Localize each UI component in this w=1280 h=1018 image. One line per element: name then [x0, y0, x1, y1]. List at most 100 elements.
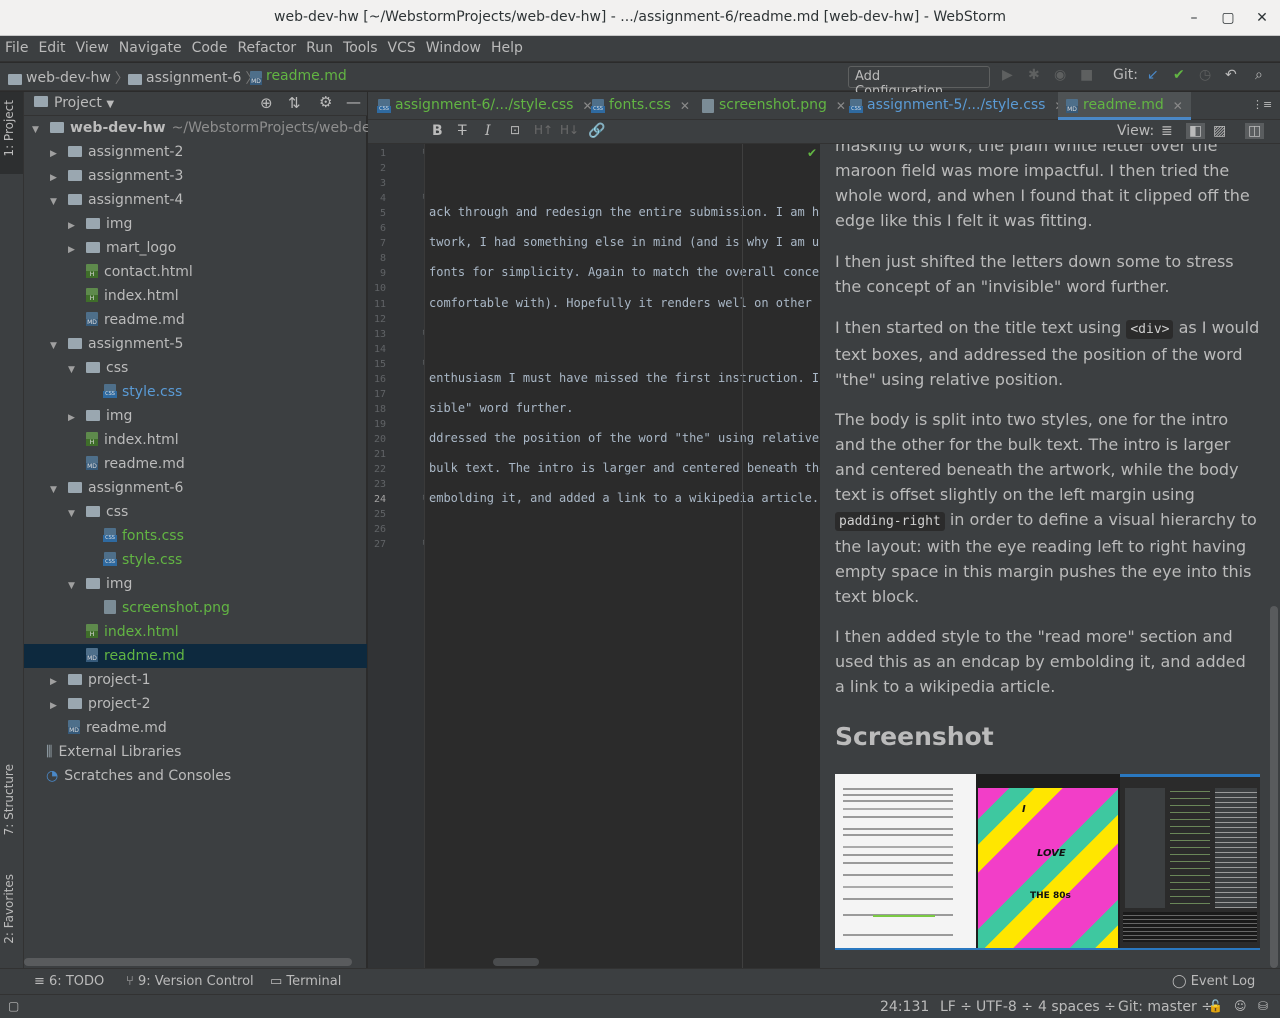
tree-item[interactable]: index.html [24, 284, 367, 308]
close-icon[interactable]: ✕ [1173, 99, 1183, 113]
preview-only-icon[interactable]: ▨ [1213, 123, 1226, 139]
tree-item[interactable]: index.html [24, 620, 367, 644]
favorites-tool-tab[interactable]: 2: Favorites [2, 874, 16, 944]
tree-item[interactable]: ▶ img [24, 212, 367, 236]
locate-icon[interactable]: ⊕ [260, 94, 273, 112]
gear-icon[interactable]: ⚙ [319, 93, 332, 111]
terminal-tool-tab[interactable]: ▭ Terminal [270, 974, 341, 989]
tree-item[interactable]: ▶ img [24, 404, 367, 428]
maximize-icon[interactable]: ▢ [1218, 8, 1238, 28]
version-control-tool-tab[interactable]: ⑂ 9: Version Control [126, 974, 254, 989]
italic-icon[interactable]: I [485, 123, 491, 139]
memory-icon[interactable]: ⛁ [1258, 999, 1268, 1013]
chevron-down-icon[interactable]: ▼ [32, 118, 42, 142]
chevron-down-icon[interactable]: ▼ [50, 190, 60, 214]
git-commit-icon[interactable]: ✔ [1173, 67, 1185, 83]
coverage-icon[interactable]: ◉ [1054, 67, 1066, 83]
tab-readme-md[interactable]: readme.md ✕ [1058, 92, 1191, 120]
bold-icon[interactable]: B [432, 123, 443, 139]
close-icon[interactable]: ✕ [680, 99, 690, 113]
tree-item[interactable]: ▶ assignment-3 [24, 164, 367, 188]
tab-assignment5-style-css[interactable]: assignment-5/.../style.css✕ [842, 92, 1073, 120]
split-view-icon[interactable]: ◧ [1186, 123, 1206, 139]
inspector-icon[interactable]: ☺ [1234, 999, 1247, 1013]
encoding-selector[interactable]: UTF-8 ÷ [976, 999, 1033, 1015]
project-view-selector[interactable]: Project ▼ [54, 95, 114, 111]
tree-item[interactable]: ◔ Scratches and Consoles [24, 764, 367, 788]
menu-refactor[interactable]: Refactor [232, 36, 301, 62]
tree-item[interactable]: readme.md [24, 716, 367, 740]
tab-screenshot-png[interactable]: screenshot.png ✕ [694, 92, 854, 120]
tree-item[interactable]: style.css [24, 380, 367, 404]
chevron-right-icon[interactable]: ▶ [50, 166, 60, 190]
menu-code[interactable]: Code [187, 36, 233, 62]
indent-selector[interactable]: 4 spaces ÷ [1038, 999, 1116, 1015]
chevron-right-icon[interactable]: ▶ [68, 214, 78, 238]
chevron-right-icon[interactable]: ▶ [50, 142, 60, 166]
menu-navigate[interactable]: Navigate [114, 36, 187, 62]
minimize-icon[interactable]: – [1184, 8, 1204, 28]
add-configuration-button[interactable]: Add Configuration... [848, 66, 990, 99]
caret-position[interactable]: 24:131 [880, 999, 929, 1015]
tab-fonts-css[interactable]: fonts.css ✕ [584, 92, 698, 120]
structure-tool-tab[interactable]: 7: Structure [2, 764, 16, 835]
tree-item[interactable]: readme.md [24, 452, 367, 476]
tree-item[interactable]: fonts.css [24, 524, 367, 548]
tab-assignment6-style-css[interactable]: assignment-6/.../style.css✕ [370, 92, 601, 120]
menu-help[interactable]: Help [486, 36, 528, 62]
menu-tools[interactable]: Tools [338, 36, 383, 62]
run-icon[interactable]: ▶ [1002, 67, 1013, 83]
tree-item[interactable]: ▶ project-2 [24, 692, 367, 716]
tree-item[interactable]: ⫼ External Libraries [24, 740, 367, 764]
history-icon[interactable]: ◷ [1199, 67, 1211, 83]
lock-icon[interactable]: 🔓 [1208, 999, 1223, 1013]
tree-item[interactable]: ▼ assignment-4 [24, 188, 367, 212]
tree-item[interactable]: ▼ img [24, 572, 367, 596]
code-icon[interactable]: ⊡ [510, 123, 520, 137]
todo-tool-tab[interactable]: ≡ 6: TODO [34, 974, 104, 989]
tree-item[interactable]: ▼ assignment-5 [24, 332, 367, 356]
tree-item[interactable]: ▼ web-dev-hw ~/WebstormProjects/web-dev-h [24, 116, 392, 142]
toggle-tool-windows-icon[interactable]: ▢ [8, 999, 19, 1013]
chevron-down-icon[interactable]: ▼ [50, 478, 60, 502]
tree-item[interactable]: screenshot.png [24, 596, 367, 620]
header-up-icon[interactable]: H↑ [534, 123, 553, 137]
tree-item[interactable]: ▶ project-1 [24, 668, 367, 692]
breadcrumb-file[interactable]: readme.md [250, 68, 347, 85]
revert-icon[interactable]: ↶ [1225, 67, 1237, 83]
git-branch-selector[interactable]: Git: master ÷ [1118, 999, 1213, 1015]
tree-item[interactable]: contact.html [24, 260, 367, 284]
tree-item[interactable]: index.html [24, 428, 367, 452]
chevron-down-icon[interactable]: ▼ [50, 334, 60, 358]
inspection-ok-icon[interactable]: ✔ [807, 146, 817, 160]
tree-item[interactable]: ▼ css [24, 500, 367, 524]
editor-only-icon[interactable]: ≣ [1161, 123, 1173, 139]
chevron-down-icon[interactable]: ▼ [68, 502, 78, 526]
tree-item[interactable]: readme.md [24, 644, 367, 668]
tree-item[interactable]: ▶ mart_logo [24, 236, 367, 260]
menu-file[interactable]: File [0, 36, 33, 62]
project-tool-tab[interactable]: 1: Project [2, 100, 16, 157]
chevron-down-icon[interactable]: ▼ [68, 358, 78, 382]
stop-icon[interactable]: ■ [1080, 67, 1093, 83]
line-separator-selector[interactable]: LF ÷ [940, 999, 972, 1015]
preview-layout-icon[interactable]: ◫ [1245, 123, 1265, 139]
event-log-tool-tab[interactable]: ◯ Event Log [1172, 974, 1255, 989]
git-update-icon[interactable]: ↙ [1147, 67, 1159, 83]
link-icon[interactable]: 🔗 [588, 123, 605, 139]
menu-window[interactable]: Window [421, 36, 486, 62]
header-down-icon[interactable]: H↓ [560, 123, 579, 137]
tree-item[interactable]: style.css [24, 548, 367, 572]
breadcrumb-folder[interactable]: assignment-6〉 [128, 68, 259, 88]
menu-edit[interactable]: Edit [33, 36, 70, 62]
hide-panel-icon[interactable]: — [346, 93, 361, 111]
chevron-right-icon[interactable]: ▶ [68, 406, 78, 430]
project-horizontal-scrollbar[interactable] [24, 958, 352, 966]
chevron-right-icon[interactable]: ▶ [50, 694, 60, 718]
strikethrough-icon[interactable]: T [458, 123, 467, 139]
tree-item[interactable]: readme.md [24, 308, 367, 332]
collapse-all-icon[interactable]: ⇅ [288, 94, 301, 112]
close-icon[interactable]: ✕ [1252, 8, 1272, 28]
menu-run[interactable]: Run [301, 36, 338, 62]
search-icon[interactable]: ⌕ [1255, 67, 1263, 83]
